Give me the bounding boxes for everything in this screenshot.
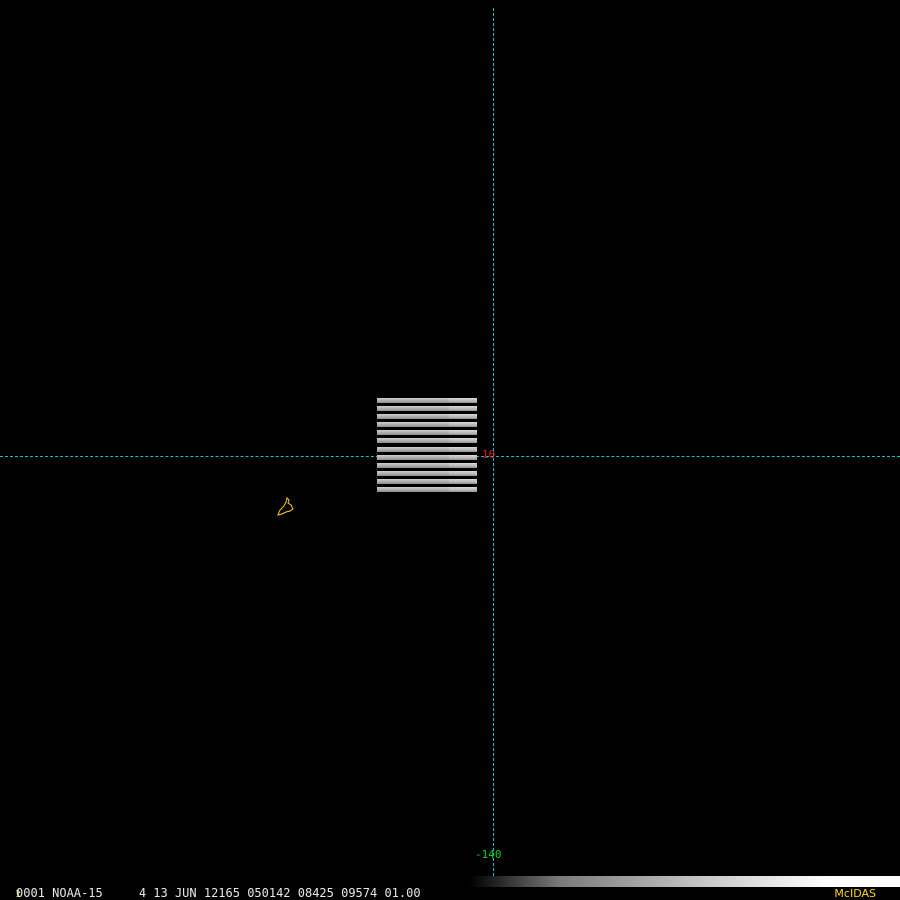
latitude-label: 10 bbox=[482, 448, 496, 461]
scan-line bbox=[377, 414, 477, 420]
scan-line bbox=[377, 470, 477, 476]
scan-line bbox=[377, 462, 477, 468]
longitude-label: -140 bbox=[475, 848, 502, 861]
scan-line bbox=[377, 486, 477, 492]
status-bar: 1 0001 NOAA-15 4 13 JUN 12165 050142 084… bbox=[0, 876, 900, 900]
scan-line bbox=[377, 446, 477, 452]
scan-line bbox=[377, 454, 477, 460]
scan-line bbox=[377, 438, 477, 444]
scan-line bbox=[377, 430, 477, 436]
scan-line bbox=[377, 478, 477, 484]
mcidas-brand: McIDAS bbox=[834, 887, 876, 900]
island-coastline bbox=[277, 497, 294, 516]
image-info-text: 0001 NOAA-15 4 13 JUN 12165 050142 08425… bbox=[16, 886, 421, 900]
scan-line bbox=[377, 406, 477, 412]
image-viewport[interactable]: 10 -140 bbox=[0, 0, 900, 876]
scan-line bbox=[377, 422, 477, 428]
scan-line bbox=[377, 398, 477, 403]
longitude-gridline bbox=[493, 8, 494, 876]
satellite-swath bbox=[377, 398, 477, 495]
